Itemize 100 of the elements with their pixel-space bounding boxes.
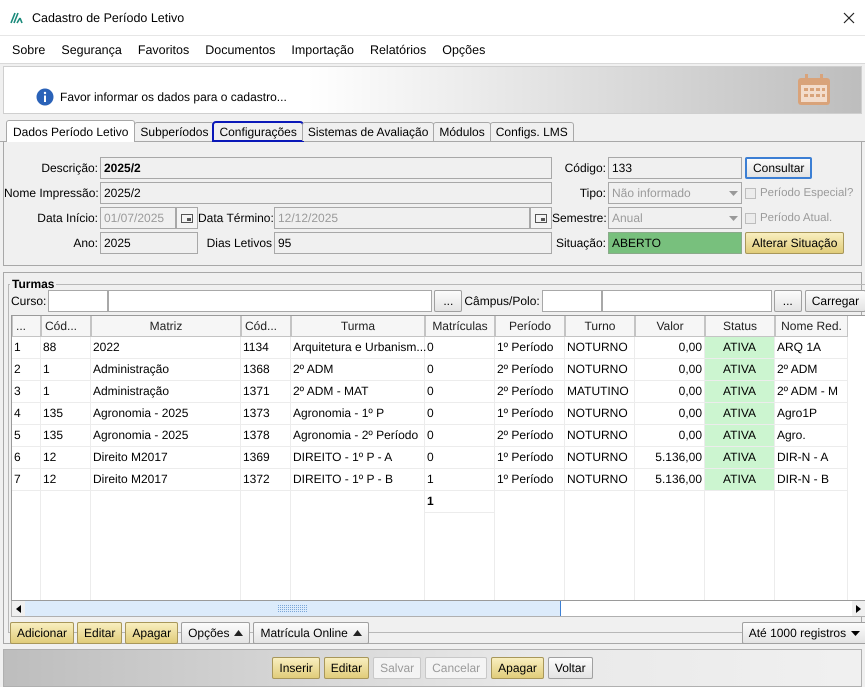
- grip-icon: [278, 604, 308, 612]
- menu-item[interactable]: Segurança: [53, 42, 130, 56]
- table-cell: 1373: [241, 403, 291, 425]
- scroll-right-icon[interactable]: [856, 604, 862, 612]
- dropdown-arrow-icon: [851, 630, 860, 636]
- table-cell: NOTURNO: [565, 425, 635, 447]
- checkbox-label: Período Atual.: [760, 212, 832, 224]
- field-label: Tipo:: [578, 186, 607, 200]
- table-cell: 135: [41, 425, 91, 447]
- table-cell: 2: [12, 359, 41, 381]
- button[interactable]: Apagar: [125, 622, 178, 644]
- records-dropdown[interactable]: Até 1000 registros: [742, 622, 865, 644]
- text-field[interactable]: 95: [274, 232, 552, 254]
- column-header[interactable]: Cód...: [41, 316, 91, 337]
- scrollbar-thumb[interactable]: [25, 601, 561, 616]
- table-cell: NOTURNO: [565, 469, 635, 491]
- field-label: Ano:: [72, 236, 99, 250]
- table-cell: 0: [425, 359, 495, 381]
- menu-item[interactable]: Sobre: [4, 42, 54, 56]
- table-cell: DIREITO - 1º P - A: [291, 447, 425, 469]
- table-cell: Agronomia - 2025: [91, 403, 241, 425]
- field-label: Semestre:: [552, 211, 608, 225]
- column-header[interactable]: Turno: [565, 316, 635, 337]
- tab[interactable]: Configurações: [213, 122, 303, 141]
- table-cell: 2º ADM: [291, 359, 425, 381]
- code-field[interactable]: [48, 290, 108, 312]
- field-label: Código:: [564, 161, 607, 175]
- table-cell: DIR-N - B: [775, 469, 848, 491]
- code-field[interactable]: [542, 290, 602, 312]
- button[interactable]: Adicionar: [10, 622, 74, 644]
- tab[interactable]: Dados Período Letivo: [6, 120, 136, 142]
- button[interactable]: Alterar Situação: [745, 232, 844, 254]
- table-cell: 1368: [241, 359, 291, 381]
- button[interactable]: Consultar: [745, 157, 812, 179]
- table-cell: 2º ADM: [775, 359, 848, 381]
- table-cell: ATIVA: [705, 425, 775, 447]
- caret-icon: [352, 630, 362, 636]
- table-cell: 1369: [241, 447, 291, 469]
- status-field[interactable]: ABERTO: [608, 232, 742, 254]
- info-message: Favor informar os dados para o cadastro...: [60, 90, 288, 104]
- field-label: Descrição:: [40, 161, 99, 175]
- table-cell: 1372: [241, 469, 291, 491]
- menu-item[interactable]: Opções: [434, 42, 494, 56]
- window-title: Cadastro de Período Letivo: [32, 10, 186, 24]
- menu-item[interactable]: Relatórios: [362, 42, 434, 56]
- lookup-button[interactable]: ...: [434, 290, 462, 312]
- text-field[interactable]: [602, 290, 772, 312]
- table-cell: 1: [425, 469, 495, 491]
- tab[interactable]: Sistemas de Avaliação: [302, 122, 434, 141]
- button[interactable]: Apagar: [491, 657, 544, 679]
- table-cell: Direito M2017: [91, 469, 241, 491]
- table-cell: DIREITO - 1º P - B: [291, 469, 425, 491]
- column-header[interactable]: Período: [495, 316, 565, 337]
- column-header[interactable]: Status: [705, 316, 775, 337]
- table-cell: 7: [12, 469, 41, 491]
- column-header[interactable]: Nome Red.: [775, 316, 848, 337]
- button[interactable]: Voltar: [548, 657, 593, 679]
- menu-item[interactable]: Documentos: [197, 42, 284, 56]
- field-label: Dias Letivos: [206, 236, 273, 250]
- calendar-button-icon[interactable]: [535, 214, 547, 222]
- table-cell: 1º Período: [495, 447, 565, 469]
- column-header[interactable]: Turma: [291, 316, 425, 337]
- button[interactable]: Inserir: [272, 657, 320, 679]
- button[interactable]: Editar: [77, 622, 122, 644]
- scroll-left-icon[interactable]: [16, 604, 21, 612]
- text-field[interactable]: 2025/2: [100, 157, 552, 179]
- lookup-button[interactable]: ...: [774, 290, 802, 312]
- load-button[interactable]: Carregar: [804, 290, 865, 312]
- table-cell: ATIVA: [705, 359, 775, 381]
- menu-item[interactable]: Favoritos: [130, 42, 198, 56]
- close-icon[interactable]: [843, 12, 855, 24]
- column-header[interactable]: Matrículas: [425, 316, 495, 337]
- checkbox-label: Período Especial?: [760, 187, 854, 199]
- column-header[interactable]: ...: [12, 316, 41, 337]
- text-field[interactable]: 2025/2: [100, 182, 552, 204]
- table-cell: 2022: [91, 337, 241, 359]
- table-cell: 1: [41, 359, 91, 381]
- tab[interactable]: Subperíodos: [134, 122, 214, 141]
- calendar-button-icon[interactable]: [181, 214, 193, 222]
- column-header[interactable]: Valor: [635, 316, 705, 337]
- tab[interactable]: Configs. LMS: [490, 122, 574, 141]
- menu-button[interactable]: Matrícula Online: [253, 622, 369, 644]
- menu-button[interactable]: Opções: [181, 622, 250, 644]
- text-field[interactable]: [108, 290, 432, 312]
- column-header[interactable]: Cód...: [241, 316, 291, 337]
- text-field[interactable]: 133: [608, 157, 742, 179]
- table-cell: 1º Período: [495, 469, 565, 491]
- table-cell: 4: [12, 403, 41, 425]
- text-field[interactable]: 2025: [100, 232, 198, 254]
- table-cell: 2º Período: [495, 425, 565, 447]
- column-header[interactable]: Matriz: [91, 316, 241, 337]
- table-cell: NOTURNO: [565, 447, 635, 469]
- app-logo-icon: [10, 12, 24, 24]
- table-cell: NOTURNO: [565, 337, 635, 359]
- table-cell: ARQ 1A: [775, 337, 848, 359]
- table-cell: 135: [41, 403, 91, 425]
- button[interactable]: Editar: [324, 657, 370, 679]
- table-cell: ATIVA: [705, 403, 775, 425]
- menu-item[interactable]: Importação: [283, 42, 362, 56]
- dropdown-value: Anual: [612, 211, 643, 225]
